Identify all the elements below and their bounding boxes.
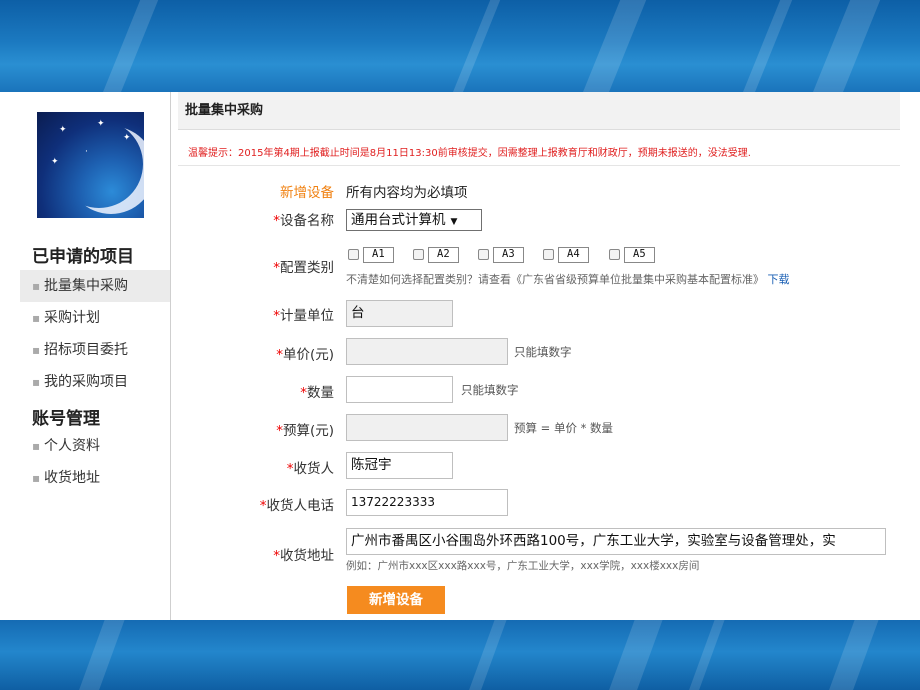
budget-label: *预算(元): [276, 423, 334, 439]
page-title: 批量集中采购: [178, 92, 900, 130]
required-note: 所有内容均为必填项: [346, 185, 468, 201]
sidebar-item-label: 收货地址: [44, 470, 100, 486]
sidebar-item-profile[interactable]: ▪ 个人资料: [20, 430, 165, 462]
new-device-label: 新增设备: [280, 185, 334, 201]
sidebar-item-tender-entrust[interactable]: ▪ 招标项目委托: [20, 334, 165, 366]
bottom-banner: [0, 620, 920, 690]
notice-text: 温馨提示：2015年第4期上报截止时间是8月11日13:30前审核提交，因需整理…: [188, 148, 751, 159]
budget-hint: 预算 = 单价 * 数量: [514, 421, 614, 435]
sidebar-item-my-projects[interactable]: ▪ 我的采购项目: [20, 366, 165, 398]
checkbox[interactable]: [543, 249, 554, 260]
quantity-field[interactable]: [346, 376, 453, 403]
checkbox[interactable]: [609, 249, 620, 260]
address-example: 例如：广州市xxx区xxx路xxx号，广东工业大学，xxx学院，xxx楼xxx房…: [346, 560, 700, 572]
avatar: ✦ ✦ ✦ ✦ ·: [37, 112, 144, 218]
sidebar-item-label: 批量集中采购: [44, 278, 128, 294]
sidebar-item-label: 个人资料: [44, 438, 100, 454]
unit-field[interactable]: 台: [346, 300, 453, 327]
sidebar-item-label: 我的采购项目: [44, 374, 128, 390]
device-name-label: *设备名称: [273, 213, 334, 229]
sidebar-item-label: 招标项目委托: [44, 342, 128, 358]
receiver-label: *收货人: [286, 461, 334, 477]
sidebar-section-projects: 已申请的项目: [32, 247, 134, 267]
config-label: *配置类别: [273, 260, 334, 276]
unit-label: *计量单位: [273, 308, 334, 324]
checkbox[interactable]: [478, 249, 489, 260]
quantity-hint: 只能填数字: [461, 383, 519, 397]
phone-field[interactable]: 13722223333: [346, 489, 508, 516]
checkbox[interactable]: [348, 249, 359, 260]
device-name-select[interactable]: 通用台式计算机 ▼: [346, 209, 482, 231]
address-field[interactable]: 广州市番禺区小谷围岛外环西路100号，广东工业大学，实验室与设备管理处，实: [346, 528, 886, 555]
budget-field[interactable]: [346, 414, 508, 441]
price-field[interactable]: [346, 338, 508, 365]
config-hint: 不清楚如何选择配置类别？请查看《广东省省级预算单位批量集中采购基本配置标准》 下…: [346, 273, 790, 286]
main-panel: ✦ ✦ ✦ ✦ · 已申请的项目 ▪ 批量集中采购 ▪ 采购计划 ▪ 招标项目委托 ▪…: [20, 92, 900, 620]
receiver-field[interactable]: 陈冠宇: [346, 452, 453, 479]
top-banner: [0, 0, 920, 92]
sidebar-section-account: 账号管理: [32, 409, 100, 429]
price-label: *单价(元): [276, 347, 334, 363]
address-label: *收货地址: [273, 548, 334, 564]
phone-label: *收货人电话: [259, 498, 334, 514]
sidebar-item-label: 采购计划: [44, 310, 100, 326]
sidebar-item-address[interactable]: ▪ 收货地址: [20, 462, 165, 494]
download-link[interactable]: 下载: [768, 273, 790, 286]
sidebar-item-purchase-plan[interactable]: ▪ 采购计划: [20, 302, 165, 334]
chevron-down-icon: ▼: [450, 217, 458, 227]
divider: [178, 165, 900, 166]
sidebar-item-bulk-purchase[interactable]: ▪ 批量集中采购: [20, 270, 170, 302]
price-hint: 只能填数字: [514, 345, 572, 359]
quantity-label: *数量: [300, 385, 334, 401]
add-device-button[interactable]: 新增设备: [347, 586, 445, 614]
checkbox[interactable]: [413, 249, 424, 260]
